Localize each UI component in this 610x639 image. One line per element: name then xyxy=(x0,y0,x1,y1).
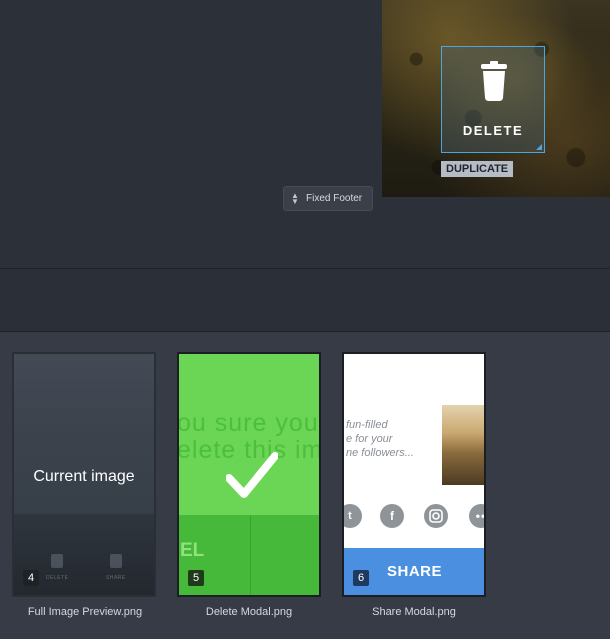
screen-filename: Delete Modal.png xyxy=(205,606,293,618)
landscape-photo xyxy=(442,405,484,485)
instagram-icon xyxy=(424,504,448,528)
resize-handle[interactable] xyxy=(536,144,542,150)
fixed-footer-label: Fixed Footer xyxy=(306,193,363,204)
copy-line: fun-filled xyxy=(346,419,388,431)
button-divider xyxy=(250,515,251,595)
screen-number-badge: 4 xyxy=(23,570,39,586)
copy-line: ne followers... xyxy=(346,447,414,459)
delete-label: DELETE xyxy=(462,123,524,138)
mini-share-label: SHARE xyxy=(106,575,126,581)
modal-text-line: ou sure you xyxy=(177,409,319,437)
screen-thumbnail-share-modal[interactable]: fun-filled e for your ne followers... t … xyxy=(342,352,486,597)
screen-number-badge: 6 xyxy=(353,570,369,586)
sort-arrows-icon: ▲ ▼ xyxy=(291,190,299,206)
trash-icon xyxy=(481,61,507,101)
twitter-icon: t xyxy=(344,504,362,528)
fixed-footer-button[interactable]: ▲ ▼ Fixed Footer xyxy=(283,186,373,211)
facebook-icon: f xyxy=(380,504,404,528)
copy-line: e for your xyxy=(346,433,393,445)
mini-delete-label: DELETE xyxy=(46,575,69,581)
screen-number-badge: 5 xyxy=(188,570,204,586)
social-icons-row: t f •• xyxy=(344,504,484,530)
screen-thumbnail-delete-modal[interactable]: ou sure you elete this ima EL 5 xyxy=(177,352,321,597)
duplicate-tag[interactable]: DUPLICATE xyxy=(441,161,514,177)
camera-glyph xyxy=(429,509,443,523)
current-image-label: Current image xyxy=(33,468,135,485)
more-icon: •• xyxy=(469,504,484,528)
toolbar xyxy=(0,269,610,331)
share-copy-text: fun-filled e for your ne followers... xyxy=(346,418,414,460)
screen-filename: Share Modal.png xyxy=(372,606,456,618)
mini-trash-icon xyxy=(51,554,63,568)
screen-thumbnail-full-image-preview[interactable]: Current image DELETE SHARE 4 xyxy=(12,352,156,597)
delete-hotspot[interactable]: DELETE xyxy=(441,46,545,153)
screen-filename: Full Image Preview.png xyxy=(27,606,143,618)
checkmark-icon xyxy=(226,452,278,498)
share-label: SHARE xyxy=(387,563,443,580)
mini-share-icon xyxy=(110,554,122,568)
cancel-fragment: EL xyxy=(180,540,205,561)
